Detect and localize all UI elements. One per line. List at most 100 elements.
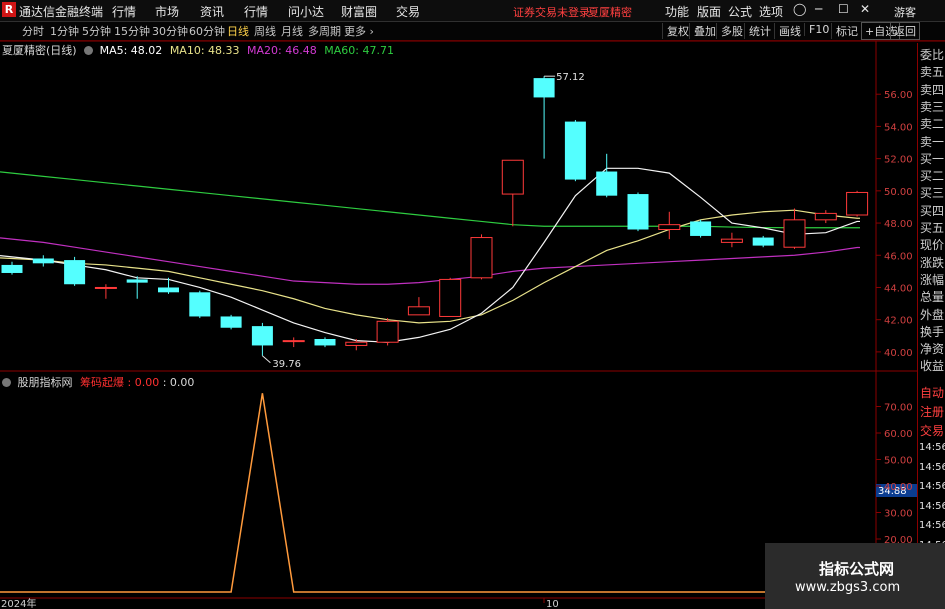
quote-panel: 委比 卖五 卖四 卖三 卖二 卖一 买一 买二 买三 买四 买五 现价 涨跌 涨幅 总量 外盘 换手 净资 收益 自动… xyxy=(917,43,945,609)
tab-30min[interactable]: 30分钟 xyxy=(152,23,188,39)
quote-label-13: 涨幅 xyxy=(920,272,945,287)
menu-market[interactable]: 市场 xyxy=(155,3,179,20)
candle xyxy=(314,337,336,348)
candle-body xyxy=(64,260,86,285)
candle xyxy=(94,284,117,299)
candle xyxy=(658,211,681,240)
restore-icon[interactable]: ☐ xyxy=(838,2,849,16)
candle-body xyxy=(439,278,462,317)
quote-label-8: 买三 xyxy=(920,186,945,201)
indicator-name: 筹码起爆 xyxy=(80,376,124,389)
tab-multi-period[interactable]: 多周期 xyxy=(308,23,341,39)
price-chart: 57.12 39.76 2024年 10 34.88 56.00 54.00 52.… xyxy=(0,40,945,609)
tab-more[interactable]: 更多 › xyxy=(344,23,374,39)
current-value-label: 34.88 xyxy=(878,486,907,497)
candle-body xyxy=(814,212,837,221)
menu-news[interactable]: 资讯 xyxy=(200,3,224,20)
menu-trade[interactable]: 交易 xyxy=(396,3,420,20)
quote-label-5: 卖一 xyxy=(920,134,945,149)
candle-body xyxy=(32,258,54,264)
candle xyxy=(439,277,462,317)
tab-15min[interactable]: 15分钟 xyxy=(114,23,150,39)
multi-stock-button[interactable]: 多股 xyxy=(716,23,743,39)
minimize-icon[interactable]: ─ xyxy=(815,2,822,16)
close-icon[interactable]: ✕ xyxy=(860,2,870,16)
quote-label-6: 买一 xyxy=(920,151,945,166)
trade-link-0[interactable]: 自动 xyxy=(920,384,944,401)
overlay-button[interactable]: 叠加 xyxy=(689,23,716,39)
candle xyxy=(32,255,54,267)
watermark: 指标公式网 www.zbgs3.com xyxy=(765,543,945,609)
menu-fortune[interactable]: 财富圈 xyxy=(341,3,377,20)
chevron-right-icon: › xyxy=(366,25,374,38)
x-axis-year: 2024年 xyxy=(1,597,36,609)
candle-body xyxy=(533,78,555,98)
trade-link-2[interactable]: 交易 xyxy=(920,422,944,439)
candle xyxy=(282,337,305,348)
settings-icon[interactable] xyxy=(2,378,11,387)
quote-label-10: 买五 xyxy=(920,221,945,235)
tab-1min[interactable]: 1分钟 xyxy=(50,23,79,39)
watermark-url: www.zbgs3.com xyxy=(795,580,901,595)
ma60-label: MA60: 47.71 xyxy=(324,44,394,57)
account-name: 夏厦精密 xyxy=(588,6,632,19)
indicator-tick-label: 30.00 xyxy=(884,509,913,520)
quote-label-1: 卖五 xyxy=(920,65,945,80)
candle xyxy=(470,234,493,280)
menu-quotes[interactable]: 行情 xyxy=(112,3,136,20)
back-button[interactable]: 返回 xyxy=(890,22,920,40)
candle-body xyxy=(126,279,148,283)
trade-time-4: 14:56 xyxy=(919,520,945,531)
statistics-button[interactable]: 统计 xyxy=(744,23,771,39)
menu-function[interactable]: 功能 xyxy=(665,3,689,20)
tab-timeshare[interactable]: 分时 xyxy=(22,23,44,39)
current-value-box xyxy=(876,484,917,497)
price-tick-label: 44.00 xyxy=(884,283,913,294)
guest-label[interactable]: 游客 xyxy=(894,4,916,20)
menu-quotes-2[interactable]: 行情 xyxy=(244,3,268,20)
candle xyxy=(564,119,586,182)
indicator-value-2: : 0.00 xyxy=(162,376,195,389)
candle-body xyxy=(846,191,869,216)
menu-layout[interactable]: 版面 xyxy=(697,3,721,20)
tab-daily[interactable]: 日线 xyxy=(227,23,249,39)
indicator-tick-label: 70.00 xyxy=(884,403,913,414)
candle xyxy=(126,276,148,299)
price-tick-label: 50.00 xyxy=(884,187,913,198)
indicator-value-1: : 0.00 xyxy=(127,376,160,389)
low-pointer xyxy=(262,355,271,364)
tab-weekly[interactable]: 周线 xyxy=(254,23,276,39)
candle xyxy=(720,232,743,248)
quote-label-4: 卖二 xyxy=(920,117,945,132)
mark-button[interactable]: 标记 xyxy=(831,23,858,39)
app-logo-icon: R xyxy=(2,2,16,17)
login-notice[interactable]: 证券交易未登录 xyxy=(513,4,590,20)
menu-bar: R 通达信金融终端 行情 市场 资讯 行情 问小达 财富圈 交易 证券交易未登录… xyxy=(0,0,945,22)
draw-line-button[interactable]: 画线 xyxy=(774,23,801,39)
indicator-line xyxy=(0,393,860,593)
price-tick-label: 54.00 xyxy=(884,122,913,133)
restore-rights-button[interactable]: 复权 xyxy=(662,23,689,39)
menu-ask[interactable]: 问小达 xyxy=(288,3,324,20)
tab-60min[interactable]: 60分钟 xyxy=(189,23,225,39)
trade-link-1[interactable]: 注册 xyxy=(920,403,944,420)
candle-body xyxy=(720,238,743,243)
trade-time-0: 14:56 xyxy=(919,442,945,453)
tab-monthly[interactable]: 月线 xyxy=(281,23,303,39)
candle xyxy=(345,339,368,351)
trade-time-3: 14:56 xyxy=(919,500,945,512)
f10-button[interactable]: F10 xyxy=(804,23,829,36)
settings-icon[interactable] xyxy=(84,46,94,55)
ma20-label: MA20: 46.48 xyxy=(247,44,317,57)
quote-label-3: 卖三 xyxy=(920,99,945,114)
candle xyxy=(501,159,524,227)
quote-label-12: 涨跌 xyxy=(920,255,945,270)
tab-5min[interactable]: 5分钟 xyxy=(82,23,111,39)
candle xyxy=(251,322,273,356)
avatar-icon[interactable]: ◯ xyxy=(793,2,806,16)
sub-chart-title: 股朋指标网 xyxy=(17,376,73,389)
menu-formula[interactable]: 公式 xyxy=(728,3,752,20)
menu-options[interactable]: 选项 xyxy=(759,3,783,20)
period-toolbar: 分时 1分钟 5分钟 15分钟 30分钟 60分钟 日线 周线 月线 多周期 更… xyxy=(0,22,945,41)
ma20-line xyxy=(0,237,860,285)
